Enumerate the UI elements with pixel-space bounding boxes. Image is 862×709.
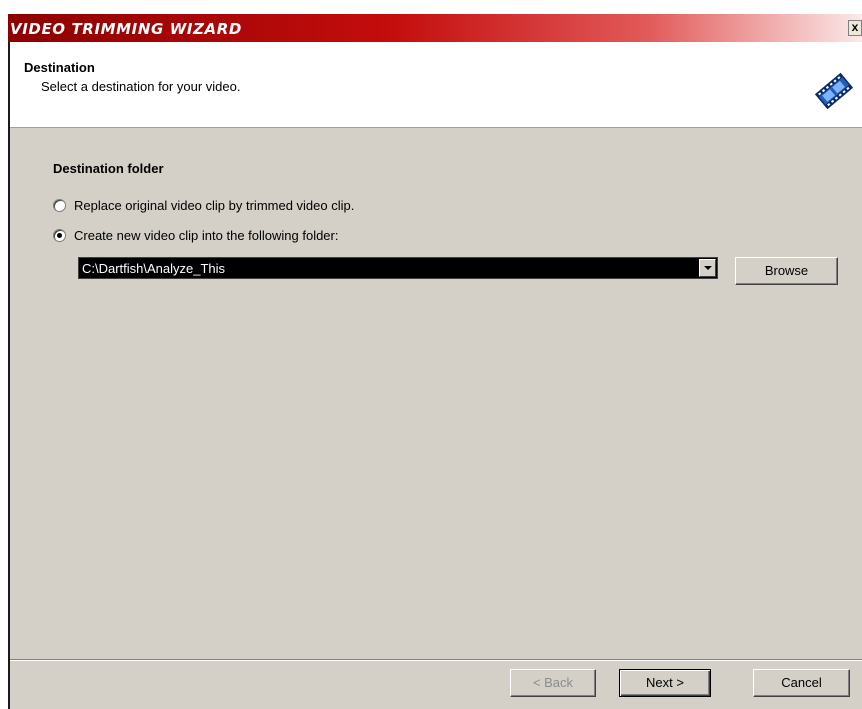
film-strip-icon	[814, 72, 854, 110]
section-title: Destination folder	[53, 161, 164, 176]
wizard-window: VIDEO TRIMMING WIZARD x Destination Sele…	[8, 14, 862, 709]
close-icon: x	[851, 20, 859, 34]
next-button[interactable]: Next >	[619, 669, 711, 697]
back-button[interactable]: < Back	[510, 669, 596, 697]
replace-radio[interactable]	[53, 198, 66, 212]
replace-option[interactable]: Replace original video clip by trimmed v…	[53, 197, 354, 213]
chevron-down-icon[interactable]	[699, 259, 716, 277]
browse-button[interactable]: Browse	[735, 257, 838, 285]
close-button[interactable]: x	[848, 20, 862, 36]
page-subtitle: Select a destination for your video.	[41, 79, 241, 94]
folder-path-value: C:\Dartfish\Analyze_This	[82, 261, 226, 276]
title-bar[interactable]: VIDEO TRIMMING WIZARD x	[8, 14, 862, 42]
window-left-border	[8, 42, 10, 709]
window-title: VIDEO TRIMMING WIZARD	[10, 20, 242, 38]
cancel-button[interactable]: Cancel	[753, 669, 850, 697]
folder-dropdown[interactable]: C:\Dartfish\Analyze_This	[78, 257, 718, 279]
create-radio[interactable]	[53, 228, 66, 242]
page-title: Destination	[24, 60, 95, 75]
replace-label: Replace original video clip by trimmed v…	[74, 197, 355, 213]
create-option[interactable]: Create new video clip into the following…	[53, 227, 338, 243]
footer-separator	[10, 659, 862, 661]
wizard-header: Destination Select a destination for you…	[10, 42, 862, 128]
create-label: Create new video clip into the following…	[74, 227, 339, 243]
